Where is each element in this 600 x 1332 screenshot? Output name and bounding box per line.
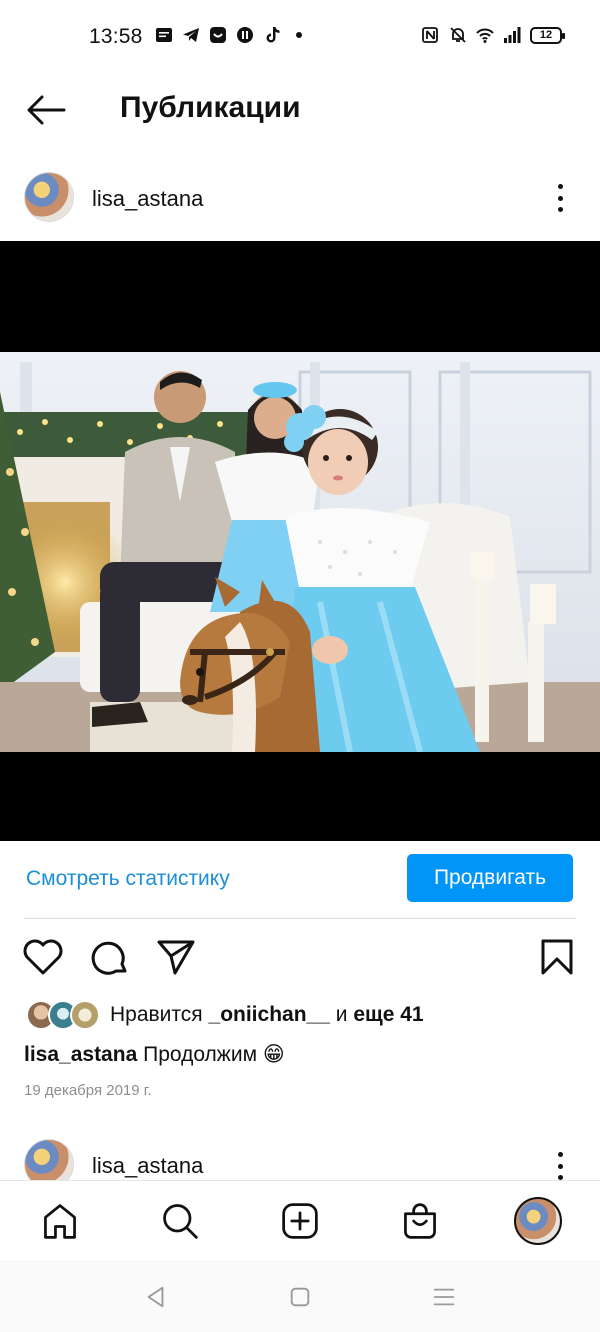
nfc-icon [422, 26, 440, 44]
post-username[interactable]: lisa_astana [92, 186, 203, 212]
status-time: 13:58 [89, 25, 143, 48]
app-icon [236, 26, 254, 44]
telegram-icon [182, 26, 200, 44]
bookmark-icon [541, 939, 573, 975]
notification-icons [155, 26, 308, 44]
home-icon [44, 1204, 76, 1239]
add-icon [282, 1203, 318, 1239]
system-menu-button[interactable] [431, 1284, 457, 1310]
shop-icon [404, 1203, 436, 1239]
post-photo [0, 352, 600, 752]
wifi-icon [476, 26, 494, 44]
bottom-nav [0, 1180, 600, 1260]
nav-search[interactable] [158, 1199, 202, 1243]
tiktok-icon [263, 26, 281, 44]
next-post-username[interactable]: lisa_astana [92, 1153, 203, 1179]
caption-text: Продолжим 😁 [143, 1043, 285, 1066]
caption-username[interactable]: lisa_astana [24, 1043, 137, 1066]
more-vertical-icon [557, 1152, 563, 1157]
avatar[interactable] [24, 172, 74, 222]
bell-off-icon [449, 26, 467, 44]
menu-lines-icon [433, 1288, 455, 1306]
nav-create[interactable] [278, 1199, 322, 1243]
battery-icon: 12 [530, 26, 565, 44]
back-triangle-icon [147, 1286, 164, 1308]
post-date: 19 декабря 2019 г. [24, 1082, 152, 1099]
status-bar: 13:58 12 [0, 0, 600, 76]
save-button[interactable] [540, 938, 574, 976]
post-media[interactable] [0, 241, 600, 841]
share-button[interactable] [156, 938, 196, 976]
arrow-left-icon [27, 95, 66, 125]
profile-avatar [514, 1197, 562, 1245]
nav-profile[interactable] [512, 1195, 564, 1247]
likes-count[interactable]: еще 41 [353, 1003, 423, 1026]
back-button[interactable] [24, 92, 68, 128]
comment-icon [91, 941, 127, 975]
page-title: Публикации [120, 91, 301, 124]
promote-button[interactable]: Продвигать [407, 854, 573, 902]
post-header: lisa_astana [0, 160, 600, 236]
stats-row: Смотреть статистику Продвигать [0, 852, 600, 908]
app-icon [209, 26, 227, 44]
system-nav-bar [0, 1260, 600, 1332]
likes-and: и [335, 1003, 348, 1026]
send-icon [157, 940, 195, 975]
view-stats-link[interactable]: Смотреть статистику [26, 867, 230, 891]
divider [24, 918, 576, 919]
system-back-button[interactable] [143, 1284, 169, 1310]
comment-button[interactable] [90, 938, 130, 978]
like-button[interactable] [22, 938, 64, 976]
search-icon [163, 1204, 198, 1239]
heart-icon [23, 939, 63, 975]
nav-home[interactable] [38, 1199, 82, 1243]
likes-prefix: Нравится [110, 1003, 203, 1026]
next-post-more-button[interactable] [550, 1148, 570, 1184]
system-home-button[interactable] [287, 1284, 313, 1310]
signal-icon [503, 26, 521, 44]
message-icon [155, 26, 173, 44]
more-vertical-icon [557, 184, 563, 189]
home-square-icon [290, 1287, 310, 1307]
likes-text: Нравится _oniichan__ и еще 41 [110, 1003, 424, 1027]
dot-icon [290, 26, 308, 44]
nav-shop[interactable] [398, 1199, 442, 1243]
system-icons: 12 [422, 26, 565, 44]
app-header: Публикации [0, 76, 600, 146]
photo-illustration [0, 352, 600, 752]
post-caption: lisa_astana Продолжим 😁 [24, 1042, 285, 1067]
likes-user[interactable]: _oniichan__ [209, 1003, 330, 1026]
more-options-button[interactable] [550, 180, 570, 216]
likes-summary[interactable]: Нравится _oniichan__ и еще 41 [26, 998, 424, 1032]
avatar [70, 1000, 100, 1030]
liker-avatars [26, 1000, 100, 1030]
